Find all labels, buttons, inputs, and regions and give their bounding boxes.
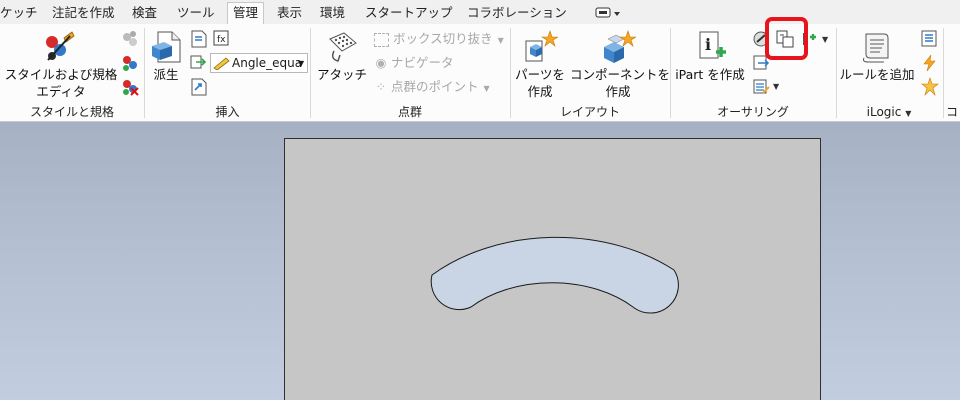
derive-button[interactable] xyxy=(150,30,182,64)
chevron-down-icon: ▼ xyxy=(497,36,504,45)
panel-separator xyxy=(943,28,944,118)
tab-collaborate[interactable]: コラボレーション xyxy=(467,3,567,23)
chevron-down-icon: ▼ xyxy=(298,59,305,68)
event-triggers-button[interactable] xyxy=(920,53,940,73)
make-part-button[interactable] xyxy=(522,29,560,65)
navigator-label: ナビゲータ xyxy=(391,55,454,70)
ribbon-toggle-icon xyxy=(595,7,620,18)
make-components-icon xyxy=(604,30,638,63)
parameter-dropdown[interactable]: Angle_equa ▼ xyxy=(210,53,308,73)
svg-text:i: i xyxy=(705,35,711,54)
style-editor-label-line1: スタイルおよび規格 xyxy=(4,67,118,82)
chevron-down-icon[interactable]: ▼ xyxy=(822,35,828,44)
ribbon-display-options-button[interactable] xyxy=(595,7,621,19)
make-part-label-line1: パーツを xyxy=(515,67,565,82)
highlight-box xyxy=(765,17,808,60)
ilogic-browser-icon xyxy=(921,30,937,47)
derive-icon xyxy=(152,31,181,63)
navigator-button[interactable]: ◉ ナビゲータ xyxy=(374,53,454,73)
chevron-down-icon[interactable]: ▼ xyxy=(905,106,911,122)
ruler-pencil-icon xyxy=(213,57,230,70)
add-rule-label: ルールを追加 xyxy=(839,67,915,82)
purge-icon xyxy=(123,56,137,71)
box-crop-button[interactable]: ボックス切り抜き ▼ xyxy=(374,29,504,49)
style-editor-label-line2: エディタ xyxy=(36,84,86,99)
delete-styles-icon xyxy=(123,80,139,96)
make-components-label-line2: 作成 xyxy=(605,84,631,99)
attach-label: アタッチ xyxy=(316,67,367,82)
derive-label: 派生 xyxy=(153,67,179,82)
panel-label-ilogic: iLogic ▼ xyxy=(836,104,942,120)
make-components-label-line1: コンポーネントを xyxy=(570,67,671,82)
panel-label-ilogic-text: iLogic xyxy=(866,105,902,119)
chevron-down-icon: ▼ xyxy=(483,84,490,93)
tab-sketch[interactable]: ケッチ xyxy=(0,3,38,23)
star-burst-icon xyxy=(921,77,939,97)
tab-inspect[interactable]: 検査 xyxy=(132,3,157,23)
cloud-points-button[interactable]: ⁘ 点群のポイント ▼ xyxy=(374,77,490,97)
panel-label-style: スタイルと規格 xyxy=(29,105,114,119)
tab-environments[interactable]: 環境 xyxy=(320,3,345,23)
style-editor-button[interactable] xyxy=(40,30,76,66)
arc-slot-shape[interactable] xyxy=(285,139,822,401)
link-parameters-button[interactable]: fx xyxy=(212,29,232,49)
panel-label-authoring: オーサリング xyxy=(717,105,789,119)
delete-styles-button[interactable] xyxy=(120,77,140,97)
box-crop-icon xyxy=(374,32,389,47)
eye-icon: ◉ xyxy=(375,55,387,70)
make-part-icon xyxy=(525,30,560,62)
points-icon: ⁘ xyxy=(375,79,387,94)
document-link-icon xyxy=(191,30,207,48)
import-button[interactable] xyxy=(188,53,208,73)
svg-text:fx: fx xyxy=(217,35,226,45)
cloud-points-label: 点群のポイント xyxy=(391,79,479,94)
make-part-label-line2: 作成 xyxy=(527,84,553,99)
attach-button[interactable] xyxy=(326,29,358,65)
update-styles-button[interactable] xyxy=(120,29,140,49)
purge-styles-button[interactable] xyxy=(120,53,140,73)
tab-annotate[interactable]: 注記を作成 xyxy=(52,3,115,23)
tab-get-started[interactable]: スタートアップ xyxy=(365,3,453,23)
parameter-dropdown-value: Angle_equa xyxy=(232,56,303,70)
place-button[interactable] xyxy=(188,29,208,49)
embed-button[interactable] xyxy=(188,77,208,97)
table-edit-icon xyxy=(753,79,770,94)
point-cloud-attach-icon xyxy=(329,32,357,62)
table-driven-button[interactable] xyxy=(751,77,771,97)
add-rule-button[interactable] xyxy=(860,30,892,64)
tab-view[interactable]: 表示 xyxy=(277,3,302,23)
box-crop-label: ボックス切り抜き xyxy=(393,31,493,46)
panel-label-layout: レイアウト xyxy=(559,105,620,119)
ribbon-tab-bar: ケッチ 注記を作成 検査 ツール 管理 表示 環境 スタートアップ コラボレーシ… xyxy=(0,0,960,25)
panel-label-truncated: コ xyxy=(946,105,959,119)
create-ipart-label: iPart を作成 xyxy=(675,67,745,82)
panel-label-insert: 挿入 xyxy=(215,105,240,119)
embed-icon xyxy=(191,78,207,96)
parameters-icon: fx xyxy=(213,30,229,46)
lightning-icon xyxy=(923,54,936,72)
rule-scroll-icon xyxy=(863,33,889,63)
ribbon-panel-area: スタイルおよび規格 エディタ スタイルと規格 派生 fx Angle_equa … xyxy=(0,17,960,122)
ipart-icon: i xyxy=(699,31,726,59)
ilogic-browser-button[interactable] xyxy=(920,29,940,49)
sketch-sheet[interactable] xyxy=(284,138,821,400)
panel-label-pointcloud: 点群 xyxy=(397,105,422,119)
tab-manage[interactable]: 管理 xyxy=(227,2,265,25)
create-ipart-button[interactable]: i xyxy=(696,30,728,64)
style-editor-icon xyxy=(46,31,75,61)
import-icon xyxy=(190,55,207,69)
update-icon xyxy=(123,31,137,46)
chevron-down-icon[interactable]: ▼ xyxy=(773,82,779,91)
make-components-button[interactable] xyxy=(600,29,638,65)
ilogic-components-button[interactable] xyxy=(920,77,940,97)
tab-tools[interactable]: ツール xyxy=(177,3,215,23)
